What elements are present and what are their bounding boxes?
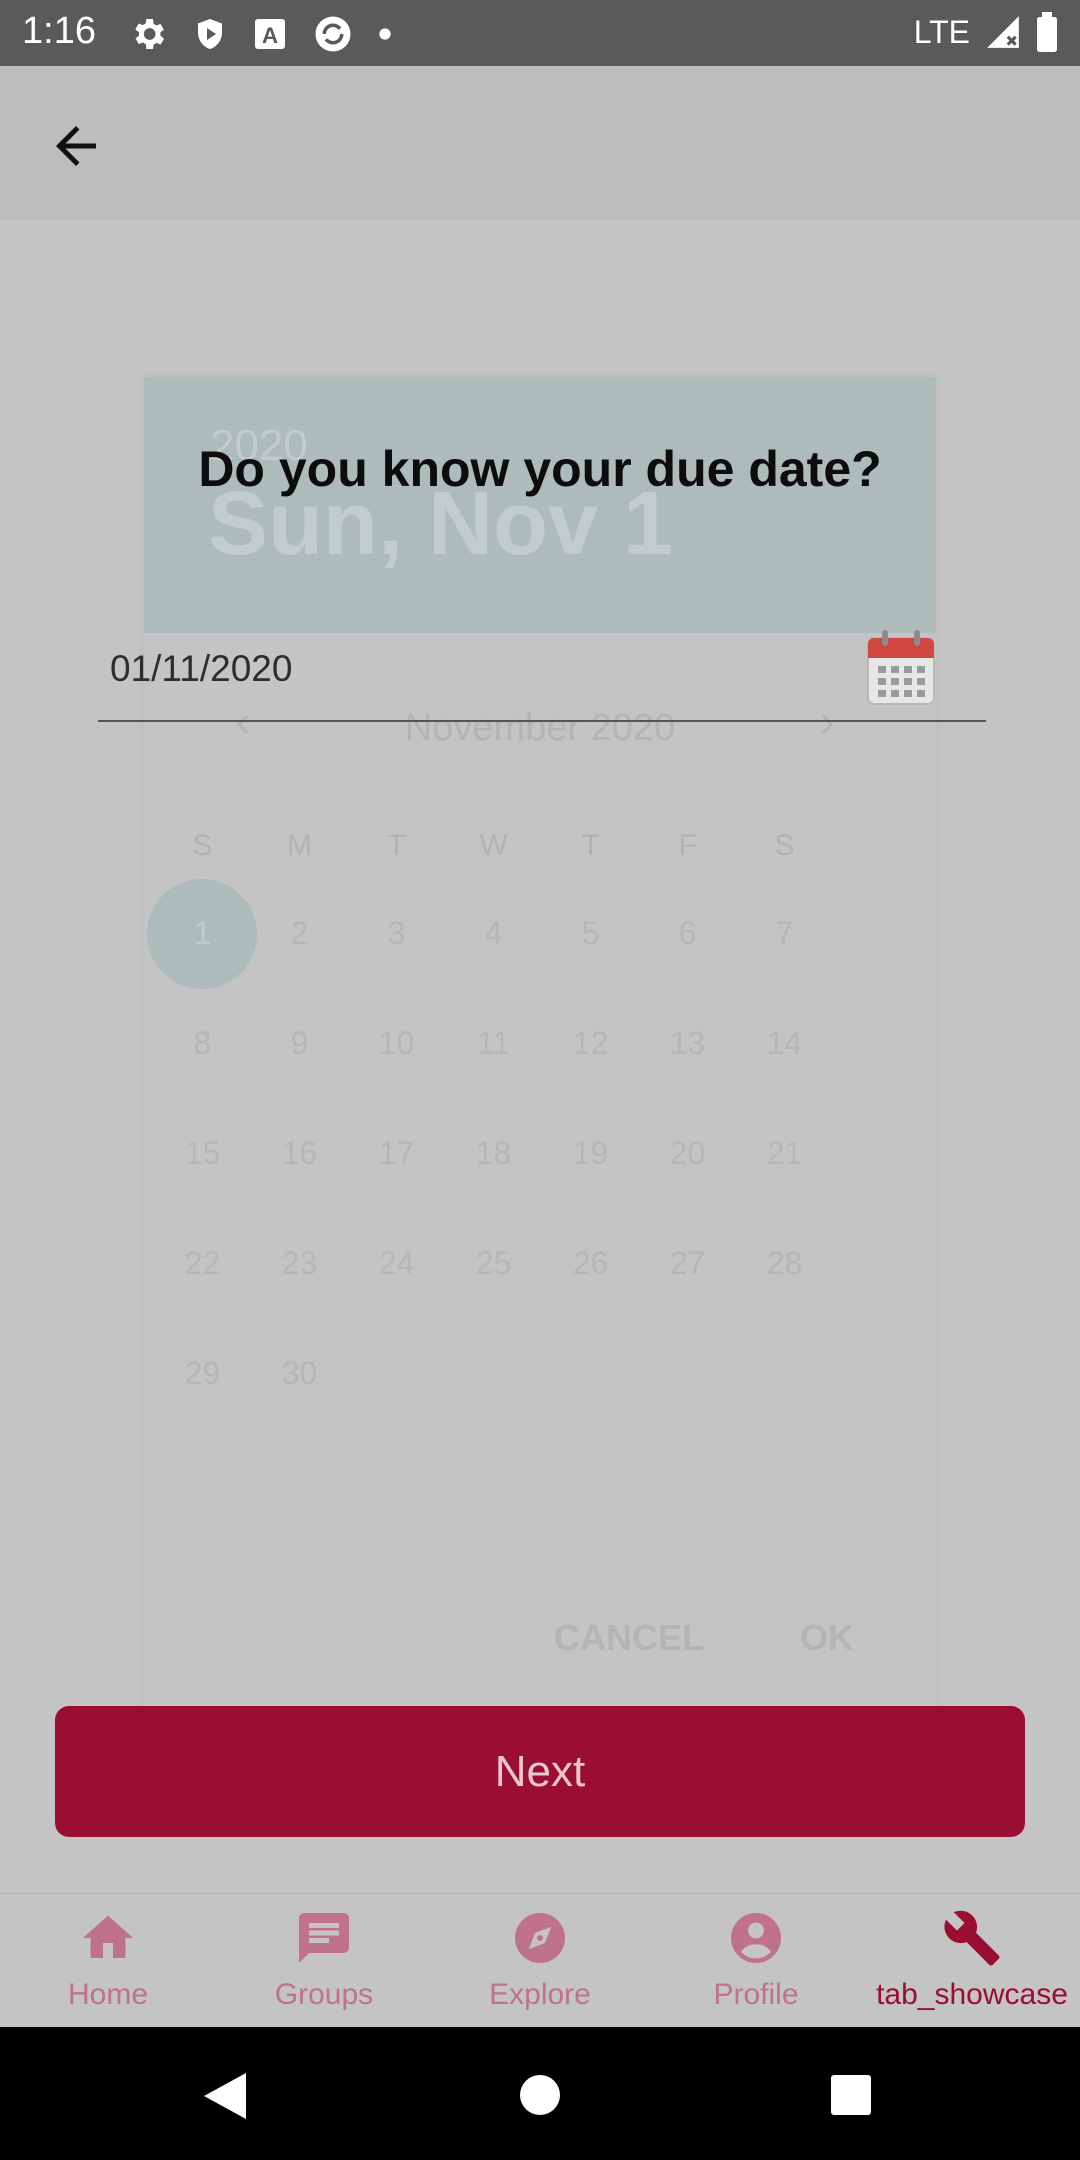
calendar-day[interactable]: 30 (251, 1345, 348, 1455)
nav-item-profile[interactable]: Profile (648, 1894, 864, 2028)
page-title: Do you know your due date? (198, 441, 882, 497)
calendar-day[interactable]: 8 (154, 1015, 251, 1125)
status-right: LTE (914, 12, 1058, 52)
weekday-label: S (774, 829, 795, 862)
svg-text:A: A (262, 23, 278, 48)
calendar-day[interactable]: 2 (251, 905, 348, 1015)
nav-item-home[interactable]: Home (0, 1894, 216, 2028)
chat-icon (299, 1913, 349, 1963)
bottom-navigation: Home Groups Explore Profile tab_showcase (0, 1893, 1080, 2028)
home-icon (83, 1915, 133, 1958)
weekday-label: M (287, 829, 312, 862)
calendar-day[interactable]: 22 (154, 1235, 251, 1345)
calendar-icon[interactable] (866, 630, 936, 706)
app-bar (0, 66, 1080, 220)
calendar-day[interactable]: 12 (542, 1015, 639, 1125)
status-time: 1:16 (22, 10, 96, 52)
calendar-day[interactable]: 24 (348, 1235, 445, 1345)
nav-label: Home (67, 1978, 149, 2011)
calendar-day[interactable]: 13 (639, 1015, 736, 1125)
sync-icon (315, 16, 351, 52)
calendar-day[interactable]: 19 (542, 1125, 639, 1235)
calendar-day[interactable]: 14 (736, 1015, 833, 1125)
due-date-field[interactable]: 01/11/2020 (98, 630, 986, 722)
calendar-day[interactable]: 16 (251, 1125, 348, 1235)
picker-actions: CANCEL OK (554, 1617, 854, 1659)
weekday-label: W (479, 829, 508, 862)
nav-label-active: tab_showcase (876, 1978, 1068, 2011)
weekday-label: F (678, 829, 697, 862)
font-icon: A (255, 19, 285, 49)
picker-header: 2020 Sun, Nov 1 (144, 377, 936, 633)
calendar-day[interactable]: 5 (542, 905, 639, 1015)
weekday-label: T (581, 829, 600, 862)
wrench-icon (944, 1910, 1000, 1966)
calendar-day[interactable]: 9 (251, 1015, 348, 1125)
nav-label: Profile (713, 1978, 799, 2011)
calendar-day[interactable]: 25 (445, 1235, 542, 1345)
calendar-day[interactable]: 15 (154, 1125, 251, 1235)
system-navigation-bar (0, 2027, 1080, 2160)
ok-button[interactable]: OK (800, 1617, 854, 1659)
system-back-icon[interactable] (202, 2071, 248, 2121)
calendar-day[interactable]: 28 (736, 1235, 833, 1345)
dot-icon (379, 28, 391, 40)
nav-item-groups[interactable]: Groups (216, 1894, 432, 2028)
network-label: LTE (913, 13, 970, 50)
calendar-day[interactable]: 7 (736, 905, 833, 1015)
cancel-button[interactable]: CANCEL (554, 1617, 704, 1659)
back-arrow-icon[interactable] (46, 116, 106, 176)
calendar-day[interactable]: 6 (639, 905, 736, 1015)
nav-label: Groups (274, 1978, 374, 2011)
compass-icon (515, 1913, 565, 1963)
weekday-label: S (192, 829, 213, 862)
calendar-grid: 1 2 3 4 5 6 7 8 9 10 11 12 13 14 15 16 1… (147, 879, 834, 1455)
calendar-day[interactable]: 21 (736, 1125, 833, 1235)
calendar-day[interactable]: 10 (348, 1015, 445, 1125)
nav-item-tab-showcase[interactable]: tab_showcase (864, 1894, 1080, 2028)
calendar-day[interactable]: 17 (348, 1125, 445, 1235)
calendar-day[interactable]: 11 (445, 1015, 542, 1125)
account-icon (731, 1913, 781, 1963)
calendar-day[interactable]: 3 (348, 905, 445, 1015)
next-button[interactable]: Next (55, 1706, 1025, 1837)
system-recents-icon[interactable] (829, 2073, 873, 2117)
calendar-day[interactable]: 18 (445, 1125, 542, 1235)
date-picker-dialog: 2020 Sun, Nov 1 ‹ November 2020 › S M T … (144, 377, 936, 1717)
weekday-header: S M T W T F S (154, 829, 833, 863)
system-home-icon[interactable] (518, 2073, 562, 2117)
calendar-day[interactable]: 20 (639, 1125, 736, 1235)
weekday-label: T (387, 829, 406, 862)
shield-icon (198, 19, 222, 49)
calendar-day[interactable]: 27 (639, 1235, 736, 1345)
nav-item-explore[interactable]: Explore (432, 1894, 648, 2028)
calendar-day[interactable]: 4 (445, 905, 542, 1015)
calendar-day[interactable]: 23 (251, 1235, 348, 1345)
settings-icon (135, 19, 164, 49)
calendar-day[interactable]: 26 (542, 1235, 639, 1345)
battery-icon (1037, 12, 1057, 52)
due-date-value[interactable]: 01/11/2020 (110, 648, 292, 690)
status-notification-icons: A (128, 12, 392, 56)
status-bar: 1:16 A LTE (0, 0, 1080, 66)
nav-label: Explore (489, 1978, 591, 2011)
signal-icon (987, 16, 1019, 48)
calendar-day-selected[interactable]: 1 (147, 879, 257, 1015)
calendar-day[interactable]: 29 (154, 1345, 251, 1455)
